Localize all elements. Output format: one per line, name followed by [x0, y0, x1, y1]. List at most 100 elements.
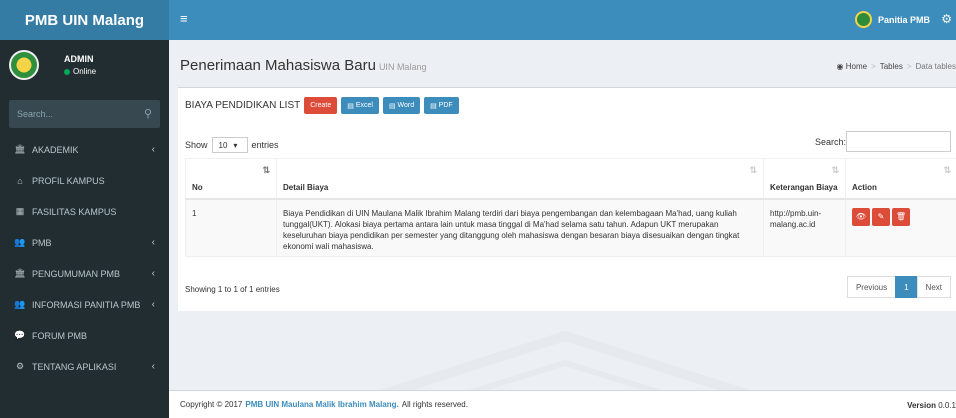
- cell-action: 👁 ✎ 🗑: [845, 198, 956, 257]
- page-subtitle: UIN Malang: [378, 62, 427, 72]
- sidebar-item-pmb[interactable]: 👥 PMB ‹: [0, 227, 169, 258]
- search-icon[interactable]: ⚲: [144, 107, 152, 120]
- table-search-input[interactable]: [846, 131, 951, 152]
- sidebar-item-label: FASILITAS KAMPUS: [32, 206, 117, 217]
- footer-brand-link[interactable]: PMB UIN Maulana Malik Ibrahim Malang.: [245, 400, 398, 409]
- word-button[interactable]: ▤ Word: [382, 97, 421, 114]
- pdf-button[interactable]: ▤ PDF: [424, 97, 459, 114]
- sidebar-item-label: PROFIL KAMPUS: [32, 175, 105, 186]
- sidebar-item-pengumuman-pmb[interactable]: 🏛 PENGUMUMAN PMB ‹: [0, 258, 169, 289]
- sidebar-item-profil-kampus[interactable]: ⌂ PROFIL KAMPUS: [0, 165, 169, 196]
- user-menu-label: Panitia PMB: [877, 14, 930, 25]
- version-value: 0.0.1: [938, 401, 956, 410]
- file-pdf-icon: ▤: [430, 102, 439, 110]
- sidebar-item-fasilitas-kampus[interactable]: ▦ FASILITAS KAMPUS: [0, 196, 169, 227]
- data-table: No ⇅ Detail Biaya ⇅ Keterangan Biaya ⇅ Acti…: [185, 158, 956, 257]
- create-button[interactable]: Create: [304, 97, 338, 114]
- breadcrumb-current: Data tables: [915, 62, 956, 71]
- sidebar-search: ⚲: [9, 100, 160, 128]
- column-header-label: Keterangan Biaya: [770, 182, 838, 192]
- gear-icon: ⚙: [15, 361, 25, 371]
- sidebar-item-tentang-aplikasi[interactable]: ⚙ TENTANG APLIKASI ‹: [0, 351, 169, 382]
- sidebar-item-informasi-panitia-pmb[interactable]: 👥 INFORMASI PANITIA PMB ‹: [0, 289, 169, 320]
- sidebar-item-label: PMB: [32, 237, 52, 248]
- excel-button-label: Excel: [355, 102, 373, 109]
- users-plus-icon: 👥: [14, 237, 26, 247]
- sidebar-item-akademik[interactable]: 🏛 AKADEMIK ‹: [0, 134, 169, 165]
- chevron-left-icon: ‹: [151, 361, 155, 372]
- pagination-next[interactable]: Next: [916, 276, 951, 298]
- row-actions: 👁 ✎ 🗑: [852, 207, 951, 226]
- user-menu[interactable]: Panitia PMB: [854, 11, 930, 28]
- app-logo[interactable]: PMB UIN Malang: [0, 0, 169, 40]
- sidebar-toggle-icon[interactable]: ≡: [180, 12, 188, 26]
- bank-icon: 🏛: [14, 268, 26, 278]
- table-header-row: No ⇅ Detail Biaya ⇅ Keterangan Biaya ⇅ Acti…: [185, 158, 956, 200]
- online-dot-icon: [64, 68, 70, 75]
- breadcrumb-home[interactable]: Home: [846, 62, 867, 71]
- entries-length: Show 10 ▾ entries: [185, 137, 279, 153]
- pagination-page-1[interactable]: 1: [895, 276, 918, 298]
- table-info: Showing 1 to 1 of 1 entries: [185, 285, 280, 294]
- user-panel: ADMIN Online: [0, 40, 169, 90]
- table-search-label: Search:: [814, 137, 846, 147]
- version-label: Version: [907, 401, 936, 410]
- gear-icon[interactable]: ⚙: [941, 12, 952, 26]
- home-icon: ⌂: [17, 175, 23, 186]
- file-word-icon: ▤: [388, 102, 398, 110]
- excel-button[interactable]: ▤ Excel: [341, 97, 379, 114]
- pdf-button-label: PDF: [438, 102, 453, 109]
- group-icon: 👥: [14, 299, 26, 309]
- user-status: Online: [64, 67, 96, 76]
- sidebar-item-label: PENGUMUMAN PMB: [32, 268, 121, 279]
- sort-icon: ⇅: [262, 165, 270, 175]
- sidebar-search-input[interactable]: [9, 100, 160, 128]
- footer-copyright: Copyright © 2017: [180, 400, 243, 409]
- app-title: PMB UIN Malang: [24, 11, 145, 29]
- entries-label: entries: [251, 140, 279, 150]
- pagination-previous[interactable]: Previous: [846, 276, 897, 298]
- sidebar-item-label: AKADEMIK: [32, 144, 79, 155]
- column-header-label: No: [192, 182, 203, 192]
- sort-icon: ⇅: [749, 165, 757, 175]
- entries-select[interactable]: 10 ▾: [211, 137, 248, 153]
- view-eye-icon[interactable]: 👁: [852, 207, 870, 226]
- sidebar-item-forum-pmb[interactable]: 💬 FORUM PMB: [0, 320, 169, 351]
- file-excel-icon: ▤: [347, 102, 356, 110]
- breadcrumb-separator: >: [871, 62, 876, 71]
- cell-keterangan-biaya: http://pmb.uin-malang.ac.id: [763, 198, 846, 257]
- comments-icon: 💬: [14, 330, 26, 340]
- column-header-no[interactable]: No ⇅: [185, 158, 277, 200]
- sidebar-menu: 🏛 AKADEMIK ‹ ⌂ PROFIL KAMPUS ▦ FASILITAS KAM…: [0, 134, 169, 382]
- page-title-text: Penerimaan Mahasiswa Baru: [180, 57, 376, 74]
- word-button-label: Word: [397, 102, 415, 109]
- footer: Copyright © 2017 PMB UIN Maulana Malik I…: [169, 390, 956, 418]
- box-title: BIAYA PENDIDIKAN LIST: [185, 100, 301, 111]
- chevron-down-icon: ▾: [233, 140, 238, 150]
- delete-trash-icon[interactable]: 🗑: [892, 207, 910, 226]
- chevron-left-icon: ‹: [151, 144, 155, 155]
- box-header: BIAYA PENDIDIKAN LIST Create ▤ Excel ▤ W…: [185, 97, 459, 114]
- pagination: Previous 1 Next: [846, 276, 951, 298]
- column-header-keterangan-biaya[interactable]: Keterangan Biaya ⇅: [763, 158, 846, 200]
- cell-detail-biaya: Biaya Pendidikan di UIN Maulana Malik Ib…: [276, 198, 764, 257]
- sidebar-item-label: INFORMASI PANITIA PMB: [32, 299, 141, 310]
- top-navbar: ≡ Panitia PMB ⚙: [169, 0, 956, 40]
- chevron-left-icon: ‹: [151, 299, 155, 310]
- sidebar-item-label: FORUM PMB: [32, 330, 87, 341]
- avatar: [9, 50, 39, 80]
- cell-no: 1: [185, 198, 277, 257]
- column-header-action[interactable]: Action ⇅: [845, 158, 956, 200]
- sort-icon: ⇅: [943, 165, 951, 175]
- user-status-label: Online: [73, 67, 97, 76]
- column-header-detail-biaya[interactable]: Detail Biaya ⇅: [276, 158, 764, 200]
- column-header-label: Detail Biaya: [283, 182, 329, 192]
- footer-version: Version 0.0.1: [907, 401, 956, 410]
- breadcrumb-tables[interactable]: Tables: [880, 62, 903, 71]
- sidebar: ADMIN Online ⚲ 🏛 AKADEMIK ‹ ⌂ PROFIL KAMPUS…: [0, 40, 169, 418]
- table-row: 1 Biaya Pendidikan di UIN Maulana Malik …: [185, 198, 956, 257]
- edit-icon[interactable]: ✎: [872, 207, 890, 226]
- page-title: Penerimaan Mahasiswa Baru UIN Malang: [180, 57, 426, 74]
- building-icon: ▦: [15, 206, 25, 216]
- user-name: ADMIN: [64, 54, 94, 64]
